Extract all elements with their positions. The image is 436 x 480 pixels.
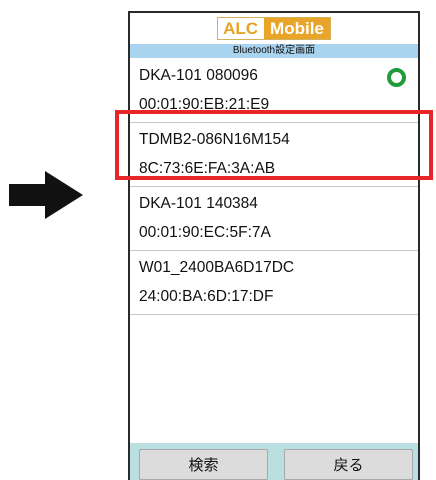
logo-box: ALC Mobile — [217, 16, 331, 40]
device-name: DKA-101 140384 — [139, 195, 258, 212]
device-mac-address: 8C:73:6E:FA:3A:AB — [139, 160, 276, 177]
logo-alc-text: ALC — [223, 18, 259, 38]
device-item[interactable]: DKA-101 080096 00:01:90:EB:21:E9 — [130, 59, 418, 123]
connected-ring-icon — [387, 68, 406, 87]
app-logo: ALC Mobile — [130, 13, 418, 43]
device-mac-address: 00:01:90:EB:21:E9 — [139, 96, 270, 113]
device-item[interactable]: DKA-101 140384 00:01:90:EC:5F:7A — [130, 187, 418, 251]
back-button[interactable]: 戻る — [284, 449, 413, 480]
device-list: DKA-101 080096 00:01:90:EB:21:E9 TDMB2-0… — [130, 59, 418, 315]
device-mac-address: 00:01:90:EC:5F:7A — [139, 224, 271, 241]
arrow-right-icon — [9, 171, 83, 219]
device-name: DKA-101 080096 — [139, 67, 258, 84]
search-button[interactable]: 検索 — [139, 449, 268, 480]
bottom-button-bar: 検索 戻る — [130, 443, 418, 480]
device-mac-address: 24:00:BA:6D:17:DF — [139, 288, 274, 305]
device-name: W01_2400BA6D17DC — [139, 259, 295, 276]
phone-screen: ALC Mobile Bluetooth設定画面 DKA-101 080096 … — [128, 11, 420, 480]
device-name: TDMB2-086N16M154 — [139, 131, 290, 148]
screen-title: Bluetooth設定画面 — [130, 44, 418, 58]
logo-mobile-text: Mobile — [264, 17, 330, 39]
device-item[interactable]: TDMB2-086N16M154 8C:73:6E:FA:3A:AB — [130, 123, 418, 187]
device-item[interactable]: W01_2400BA6D17DC 24:00:BA:6D:17:DF — [130, 251, 418, 315]
